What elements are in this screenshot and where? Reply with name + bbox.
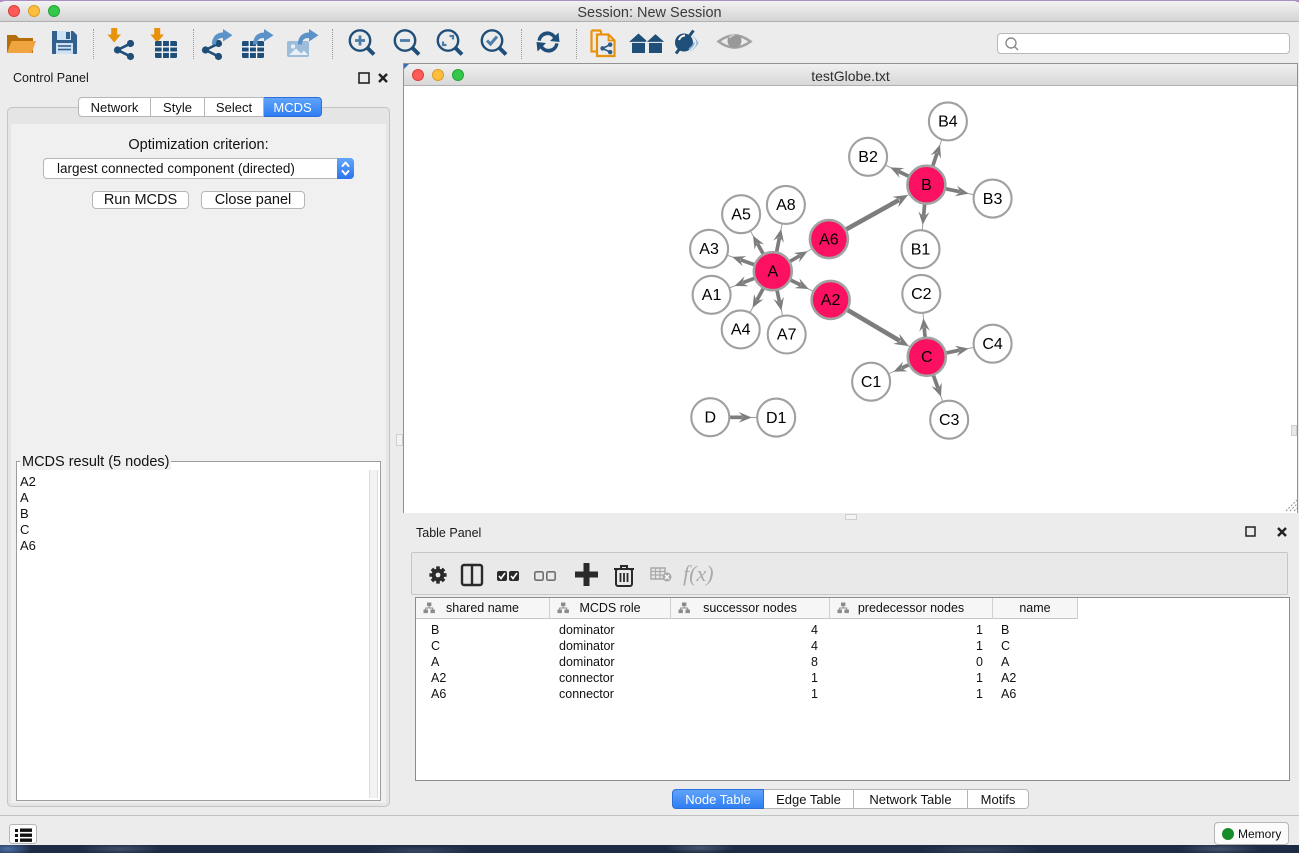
svg-text:C2: C2 — [911, 286, 932, 303]
svg-text:A1: A1 — [702, 287, 722, 304]
svg-text:A2: A2 — [821, 292, 841, 309]
svg-text:A: A — [767, 263, 778, 280]
svg-text:D1: D1 — [766, 410, 787, 427]
svg-text:A4: A4 — [731, 322, 751, 339]
svg-text:A6: A6 — [819, 231, 839, 248]
svg-text:B2: B2 — [858, 149, 878, 166]
svg-text:C1: C1 — [861, 374, 882, 391]
svg-text:B: B — [921, 177, 932, 194]
svg-text:A7: A7 — [777, 327, 797, 344]
svg-text:C3: C3 — [939, 412, 960, 429]
svg-text:A3: A3 — [699, 241, 719, 258]
svg-text:C: C — [921, 349, 933, 366]
svg-text:B1: B1 — [911, 241, 931, 258]
svg-text:A5: A5 — [731, 206, 751, 223]
svg-text:A8: A8 — [776, 197, 796, 214]
svg-text:B3: B3 — [983, 191, 1003, 208]
svg-text:B4: B4 — [938, 114, 958, 131]
svg-text:D: D — [705, 409, 717, 426]
svg-text:C4: C4 — [982, 336, 1003, 353]
